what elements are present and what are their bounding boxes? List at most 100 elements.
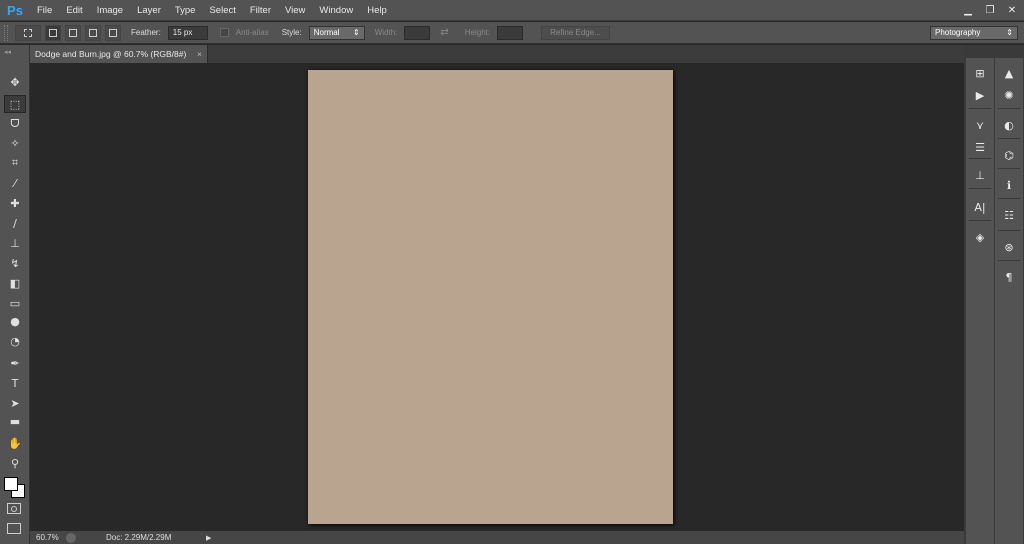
options-bar: Feather: 15 px Anti-alias Style: Normal ⇕… xyxy=(0,22,1024,44)
anti-alias-checkbox[interactable] xyxy=(219,28,229,37)
info-panel-icon[interactable]: ℹ xyxy=(999,176,1019,194)
status-bar: 60.7% Doc: 2.29M/2.29M ▶ xyxy=(30,531,964,544)
menu-type[interactable]: Type xyxy=(168,0,203,21)
menu-edit[interactable]: Edit xyxy=(59,0,89,21)
width-input[interactable] xyxy=(404,25,431,40)
rectangle-tool-icon[interactable]: ▬ xyxy=(4,412,26,430)
character-panel-icon[interactable]: A| xyxy=(970,198,990,216)
refine-edge-button[interactable]: Refine Edge... xyxy=(541,25,610,40)
eraser-tool-icon[interactable]: ◧ xyxy=(4,274,26,292)
width-label: Width: xyxy=(374,28,398,37)
pen-tool-icon[interactable]: ✒ xyxy=(4,354,26,372)
panel-separator xyxy=(969,158,991,159)
foreground-color-swatch[interactable] xyxy=(4,477,18,491)
dodge-tool-icon[interactable]: ◔ xyxy=(4,332,26,350)
blur-tool-icon[interactable]: ● xyxy=(4,312,26,330)
tools-panel: ◂◂ ✥ ⬚ ᗜ ✧ ⌗ ⁄ ✚ ∕ ⊥ ↯ ◧ ▭ ● ◔ ✒ T ➤ ▬ ✋ ⚲ xyxy=(0,45,30,544)
status-menu-arrow-icon[interactable]: ▶ xyxy=(206,534,211,542)
magic-wand-tool-icon[interactable]: ✧ xyxy=(4,134,26,152)
history-brush-tool-icon[interactable]: ↯ xyxy=(4,254,26,272)
path-selection-tool-icon[interactable]: ➤ xyxy=(4,394,26,412)
document-size-info: Doc: 2.29M/2.29M xyxy=(106,533,172,542)
panel-separator xyxy=(969,108,991,109)
clone-source-panel-icon[interactable]: ⊥ xyxy=(970,166,990,184)
document-tab[interactable]: Dodge and Burn.jpg @ 60.7% (RGB/8#) × xyxy=(30,45,208,63)
panel-separator xyxy=(969,188,991,189)
close-button[interactable]: ✕ xyxy=(1004,4,1020,18)
collapse-arrows-icon[interactable]: ◂◂ xyxy=(4,48,11,56)
menu-help[interactable]: Help xyxy=(360,0,394,21)
swap-icon[interactable]: ⇄ xyxy=(440,27,448,38)
style-select-value: Normal xyxy=(313,27,340,37)
intersect-selection-button[interactable] xyxy=(105,24,121,41)
subtract-from-selection-button[interactable] xyxy=(85,24,101,41)
eyedropper-tool-icon[interactable]: ⁄ xyxy=(4,174,26,192)
height-input[interactable] xyxy=(497,25,524,40)
new-selection-button[interactable] xyxy=(45,24,61,41)
menu-items: File Edit Image Layer Type Select Filter View Wi… xyxy=(30,0,394,21)
channels-panel-icon[interactable]: ⊛ xyxy=(999,238,1019,256)
gradient-tool-icon[interactable]: ▭ xyxy=(4,294,26,312)
history-panel-icon[interactable]: ⊞ xyxy=(970,64,990,82)
quick-mask-icon[interactable] xyxy=(7,503,21,514)
navigator-panel-icon[interactable]: ✺ xyxy=(999,86,1019,104)
menu-select[interactable]: Select xyxy=(202,0,242,21)
brush-panel-icon[interactable]: ⋎ xyxy=(970,116,990,134)
chevron-down-icon: ⇕ xyxy=(353,27,360,37)
healing-brush-tool-icon[interactable]: ✚ xyxy=(4,194,26,212)
layers-panel-icon[interactable]: ◈ xyxy=(970,228,990,246)
marquee-tool-icon[interactable]: ⬚ xyxy=(4,95,26,113)
panel-separator xyxy=(998,168,1020,169)
menu-image[interactable]: Image xyxy=(90,0,130,21)
hand-tool-icon[interactable]: ✋ xyxy=(4,434,26,452)
photoshop-logo: Ps xyxy=(7,2,23,18)
menu-bar: Ps File Edit Image Layer Type Select Filter Vie… xyxy=(0,0,1024,21)
panel-column-1: ⊞ ▶ ⋎ ☰ ⊥ A| ◈ xyxy=(966,58,994,544)
document-image[interactable] xyxy=(308,70,673,524)
workspace-select[interactable]: Photography ⇕ xyxy=(930,25,1018,40)
lasso-tool-icon[interactable]: ᗜ xyxy=(4,115,26,133)
menu-layer[interactable]: Layer xyxy=(130,0,168,21)
options-bar-grip[interactable] xyxy=(4,24,8,41)
menu-filter[interactable]: Filter xyxy=(243,0,278,21)
style-label: Style: xyxy=(281,28,302,37)
panel-separator xyxy=(969,220,991,221)
anti-alias-label: Anti-alias xyxy=(235,28,269,37)
close-tab-icon[interactable]: × xyxy=(197,49,202,59)
actions-panel-icon[interactable]: ▶ xyxy=(970,86,990,104)
paragraph-panel-icon[interactable]: ¶ xyxy=(999,268,1019,286)
add-to-selection-button[interactable] xyxy=(65,24,81,41)
move-tool-icon[interactable]: ✥ xyxy=(4,73,26,91)
clone-stamp-tool-icon[interactable]: ⊥ xyxy=(4,234,26,252)
workspace-select-value: Photography xyxy=(935,27,981,37)
menu-file[interactable]: File xyxy=(30,0,59,21)
brush-presets-panel-icon[interactable]: ☰ xyxy=(970,138,990,156)
feather-input[interactable]: 15 px xyxy=(167,25,208,40)
zoom-tool-icon[interactable]: ⚲ xyxy=(4,454,26,472)
zoom-level[interactable]: 60.7% xyxy=(30,533,62,542)
style-select[interactable]: Normal ⇕ xyxy=(308,25,365,40)
panel-separator xyxy=(998,138,1020,139)
type-tool-icon[interactable]: T xyxy=(4,374,26,392)
panel-separator xyxy=(998,108,1020,109)
properties-panel-icon[interactable]: ☷ xyxy=(999,206,1019,224)
panel-column-2: ▲ ✺ ◐ ⌬ ℹ ☷ ⊛ ¶ xyxy=(995,58,1023,544)
screen-mode-icon[interactable] xyxy=(7,523,21,534)
restore-button[interactable]: ❐ xyxy=(982,4,998,18)
crop-tool-icon[interactable]: ⌗ xyxy=(4,154,26,172)
window-controls: ▁ ❐ ✕ xyxy=(960,0,1020,21)
chevron-down-icon: ⇕ xyxy=(1006,27,1013,37)
histogram-panel-icon[interactable]: ▲ xyxy=(999,64,1019,82)
brush-tool-icon[interactable]: ∕ xyxy=(4,214,26,232)
menu-view[interactable]: View xyxy=(278,0,312,21)
feather-label: Feather: xyxy=(131,28,161,37)
menu-window[interactable]: Window xyxy=(312,0,360,21)
status-options-icon[interactable] xyxy=(66,532,76,543)
paths-panel-icon[interactable]: ⌬ xyxy=(999,146,1019,164)
adjustments-panel-icon[interactable]: ◐ xyxy=(999,116,1019,134)
height-label: Height: xyxy=(464,28,491,37)
minimize-button[interactable]: ▁ xyxy=(960,4,976,18)
tool-preset-picker[interactable] xyxy=(15,24,41,41)
panel-separator xyxy=(998,260,1020,261)
panel-separator xyxy=(998,230,1020,231)
